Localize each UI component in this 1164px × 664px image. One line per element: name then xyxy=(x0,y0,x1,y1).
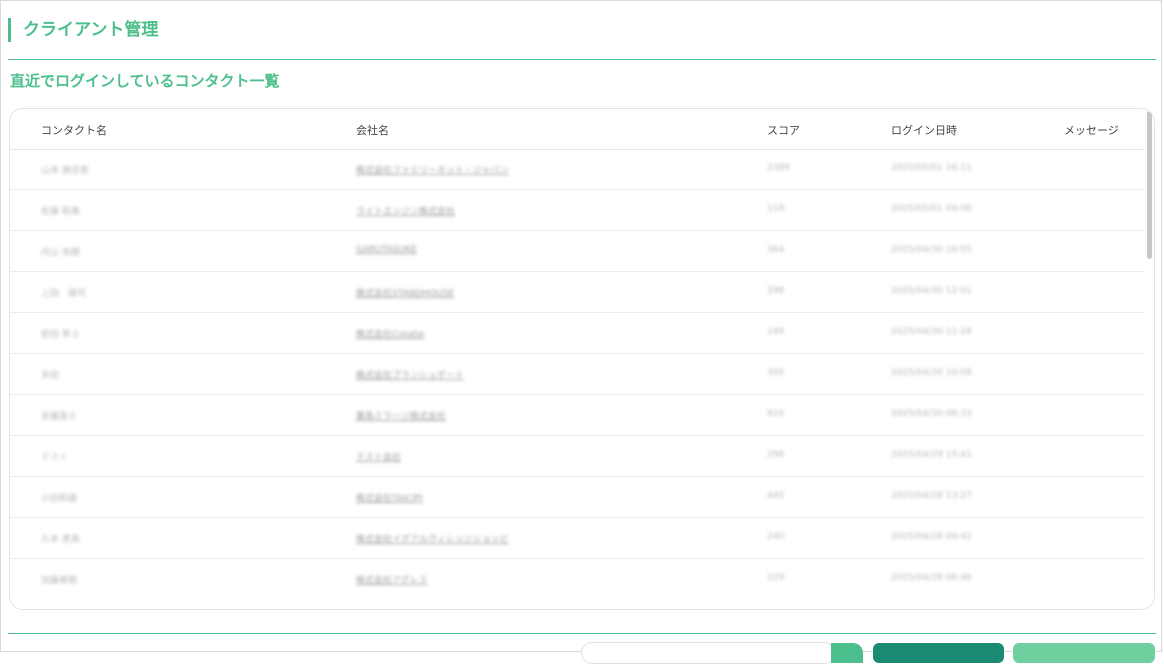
contact-name: 山本 美佳恵 xyxy=(41,166,89,176)
contact-name: 多田 xyxy=(41,371,60,381)
score-value: 240 xyxy=(767,532,785,542)
secondary-action-button[interactable] xyxy=(1013,643,1155,663)
login-datetime: 2025/04/30 10:08 xyxy=(891,368,972,378)
table-body: 山本 美佳恵 株式会社ファミリーネット・ジャパン 2389 2025/05/01… xyxy=(10,149,1144,599)
contact-name: 久本 勇真 xyxy=(41,535,80,545)
score-value: 298 xyxy=(767,286,785,296)
score-value: 305 xyxy=(767,368,785,378)
login-datetime: 2025/04/30 11:28 xyxy=(891,327,972,337)
company-link[interactable]: 株式会社イグアルヴィレッジショッピ xyxy=(356,532,509,545)
score-value: 810 xyxy=(767,409,785,419)
table-row[interactable]: 佐藤 聡美 ライトエンジン株式会社 119 2025/05/01 09:06 xyxy=(10,190,1144,231)
company-link[interactable]: 株式会社Creatie xyxy=(356,327,424,340)
section-title: 直近でログインしているコンタクト一覧 xyxy=(10,72,280,90)
column-header-login[interactable]: ログイン日時 xyxy=(891,122,957,138)
login-datetime: 2025/05/01 16:11 xyxy=(891,163,972,173)
login-datetime: 2025/04/30 12:01 xyxy=(891,286,972,296)
table-row[interactable]: 多田 株式会社ブランシュゲート 305 2025/04/30 10:08 xyxy=(10,354,1144,395)
contact-name: 内山 祐樹 xyxy=(41,248,80,258)
table-row[interactable]: テスト テスト会社 296 2025/04/29 15:41 xyxy=(10,436,1144,477)
login-datetime: 2025/04/28 09:42 xyxy=(891,532,972,542)
primary-action-button[interactable] xyxy=(873,643,1004,663)
table-row[interactable]: 前田 隼士 株式会社Creatie 189 2025/04/30 11:28 xyxy=(10,313,1144,354)
table-header: コンタクト名 会社名 スコア ログイン日時 メッセージ xyxy=(10,109,1144,150)
table-scrollbar[interactable] xyxy=(1147,111,1152,259)
score-value: 364 xyxy=(767,245,785,255)
contact-name: テスト xyxy=(41,453,69,463)
table-row[interactable]: 小田和雄 株式会社TAICIPI 445 2025/04/28 13:27 xyxy=(10,477,1144,518)
table-row[interactable]: 久本 勇真 株式会社イグアルヴィレッジショッピ 240 2025/04/28 0… xyxy=(10,518,1144,559)
table-row[interactable]: 上田 健司 株式会社STANDHOUSE 298 2025/04/30 12:0… xyxy=(10,272,1144,313)
company-link[interactable]: 薬島ミラージ株式会社 xyxy=(356,409,446,422)
score-value: 2389 xyxy=(767,163,790,173)
login-datetime: 2025/05/01 09:06 xyxy=(891,204,972,214)
table-row[interactable]: 安藤直士 薬島ミラージ株式会社 810 2025/04/30 08:33 xyxy=(10,395,1144,436)
score-value: 229 xyxy=(767,573,785,583)
column-header-contact[interactable]: コンタクト名 xyxy=(41,122,107,138)
column-header-message[interactable]: メッセージ xyxy=(1064,122,1119,138)
contact-name: 前田 隼士 xyxy=(41,330,80,340)
company-link[interactable]: 株式会社TAICIPI xyxy=(356,491,423,504)
footer-input[interactable] xyxy=(581,642,835,664)
footer-arrow-button[interactable] xyxy=(831,643,863,663)
login-datetime: 2025/04/28 06:46 xyxy=(891,573,972,583)
contact-name: 佐藤 聡美 xyxy=(41,207,80,217)
company-link[interactable]: ライトエンジン株式会社 xyxy=(356,204,455,217)
page-title: クライアント管理 xyxy=(8,18,158,42)
contacts-table-card: コンタクト名 会社名 スコア ログイン日時 メッセージ 山本 美佳恵 株式会社フ… xyxy=(9,108,1155,610)
company-link[interactable]: 株式会社ブランシュゲート xyxy=(356,368,464,381)
column-header-score[interactable]: スコア xyxy=(767,122,800,138)
contact-name: 安藤直士 xyxy=(41,412,78,422)
score-value: 119 xyxy=(767,204,785,214)
score-value: 445 xyxy=(767,491,785,501)
company-link[interactable]: 株式会社ファミリーネット・ジャパン xyxy=(356,163,509,176)
contact-name: 加藤美樹 xyxy=(41,576,78,586)
company-link[interactable]: テスト会社 xyxy=(356,450,401,463)
table-row[interactable]: 山本 美佳恵 株式会社ファミリーネット・ジャパン 2389 2025/05/01… xyxy=(10,149,1144,190)
score-value: 296 xyxy=(767,450,785,460)
contact-name: 上田 健司 xyxy=(41,289,87,299)
contact-name: 小田和雄 xyxy=(41,494,78,504)
company-link[interactable]: 株式会社アグレス xyxy=(356,573,428,586)
table-row[interactable]: 内山 祐樹 GARUTASUKE 364 2025/04/30 16:55 xyxy=(10,231,1144,272)
login-datetime: 2025/04/29 15:41 xyxy=(891,450,972,460)
title-divider xyxy=(8,59,1156,60)
footer-divider xyxy=(8,633,1156,634)
company-link[interactable]: 株式会社STANDHOUSE xyxy=(356,286,454,299)
company-link[interactable]: GARUTASUKE xyxy=(356,245,417,255)
column-header-company[interactable]: 会社名 xyxy=(356,122,389,138)
login-datetime: 2025/04/30 16:55 xyxy=(891,245,972,255)
login-datetime: 2025/04/28 13:27 xyxy=(891,491,972,501)
login-datetime: 2025/04/30 08:33 xyxy=(891,409,972,419)
table-row[interactable]: 加藤美樹 株式会社アグレス 229 2025/04/28 06:46 xyxy=(10,559,1144,599)
score-value: 189 xyxy=(767,327,785,337)
